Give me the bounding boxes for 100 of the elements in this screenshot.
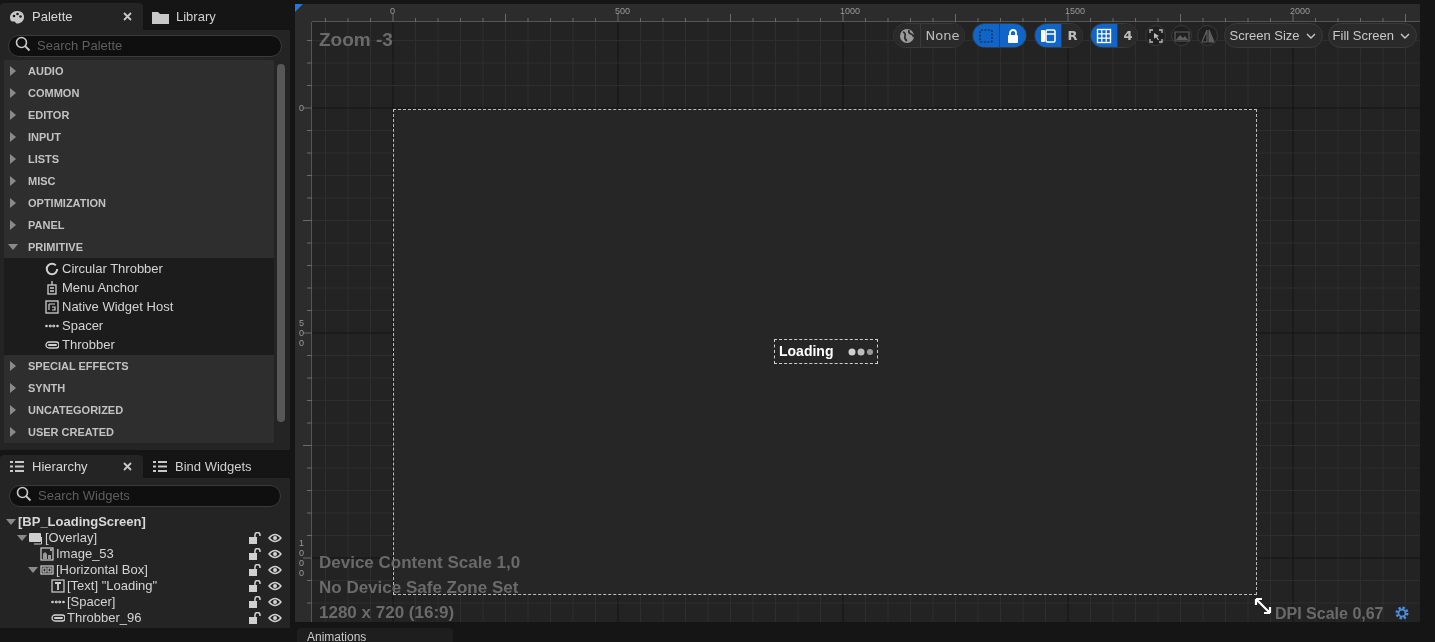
expanded-arrow-icon[interactable] — [17, 533, 27, 543]
folder-icon — [152, 9, 169, 24]
loading-text: Loading — [779, 342, 834, 361]
text-icon — [51, 579, 65, 593]
select-icon — [1148, 27, 1164, 44]
ruler-label: 1000 — [840, 5, 861, 18]
dpi-scale-label: DPI Scale 0,67 — [1275, 604, 1384, 622]
toolbar-toggle[interactable] — [893, 24, 921, 47]
info-label: Device Content Scale 1,0 — [319, 552, 521, 574]
overlay-icon — [29, 531, 43, 545]
widget-outline[interactable]: Loading — [774, 339, 878, 364]
category-header[interactable]: SYNTH — [28, 379, 66, 397]
collapsed-arrow-icon[interactable] — [8, 427, 18, 437]
toolbar-toggle[interactable]: None — [920, 24, 965, 47]
panel-tab[interactable]: Library — [143, 3, 225, 30]
palette-item[interactable]: Circular Throbber — [62, 258, 163, 279]
dropdown[interactable]: Fill Screen — [1327, 23, 1417, 48]
toolbar-toggle[interactable]: 4 — [1118, 24, 1138, 47]
eye-icon[interactable] — [268, 533, 282, 543]
toolbar-toggle[interactable] — [1091, 24, 1119, 47]
throbber-icon — [51, 611, 65, 625]
ring-icon — [45, 261, 59, 276]
category-header[interactable]: INPUT — [28, 128, 61, 146]
ruler-label: 2000 — [1290, 5, 1311, 18]
host-icon — [45, 299, 59, 314]
unlocked-icon[interactable] — [249, 596, 262, 608]
collapsed-arrow-icon[interactable] — [8, 198, 18, 208]
panel-tab[interactable]: Bind Widgets — [143, 455, 261, 478]
expanded-arrow-icon[interactable] — [8, 242, 18, 252]
toolbar-toggle[interactable] — [1000, 24, 1027, 47]
image-icon — [40, 547, 54, 561]
designer-canvas[interactable]: Loading Zoom -3 None R 4 Screen Size Fill Screen Device Content Scale 1,0 No Device Safe Zone Set 1280 x 720 (16:9) DPI Scale 0,67 0 500 1000 1500 2000 0 500 1000 — [295, 4, 1420, 622]
ruler-label: 0 — [390, 5, 395, 18]
category-header[interactable]: PRIMITIVE — [28, 238, 83, 256]
toolbar-toggle[interactable]: R — [1062, 24, 1083, 47]
palette-item[interactable]: Native Widget Host — [62, 296, 174, 317]
settings-icon[interactable] — [1394, 605, 1410, 621]
unlocked-icon[interactable] — [249, 532, 262, 544]
info-label: No Device Safe Zone Set — [319, 577, 520, 599]
resize-arrow-icon[interactable] — [1253, 596, 1273, 616]
ruler-label: 1000 — [299, 539, 305, 579]
search-field[interactable]: Search Palette — [8, 34, 282, 57]
scrollbar-thumb[interactable] — [277, 64, 285, 422]
ruler-label: 500 — [299, 319, 305, 349]
anchor-icon — [45, 280, 59, 295]
close-icon — [123, 462, 132, 471]
throbber-icon — [848, 347, 875, 356]
unlocked-icon[interactable] — [249, 548, 262, 560]
unlocked-icon[interactable] — [249, 612, 262, 624]
search-icon — [15, 36, 31, 52]
eye-icon[interactable] — [268, 549, 282, 559]
collapsed-arrow-icon[interactable] — [8, 110, 18, 120]
collapsed-arrow-icon[interactable] — [8, 154, 18, 164]
dropdown[interactable]: Screen Size — [1224, 23, 1323, 48]
info-label: 1280 x 720 (16:9) — [319, 602, 456, 622]
eye-icon[interactable] — [268, 581, 282, 591]
category-header[interactable]: LISTS — [28, 150, 60, 168]
select-tool-button[interactable] — [1145, 25, 1167, 46]
chevron-down-icon — [1305, 32, 1316, 39]
expanded-arrow-icon[interactable] — [6, 517, 16, 527]
collapsed-arrow-icon[interactable] — [8, 176, 18, 186]
category-header[interactable]: EDITOR — [28, 106, 70, 124]
collapsed-arrow-icon[interactable] — [8, 132, 18, 142]
collapsed-arrow-icon[interactable] — [8, 220, 18, 230]
close-icon — [123, 12, 132, 21]
category-header[interactable]: PANEL — [28, 216, 65, 234]
unlocked-icon[interactable] — [249, 580, 262, 592]
palette-item[interactable]: Menu Anchor — [62, 277, 139, 298]
eye-icon[interactable] — [268, 613, 282, 623]
collapsed-arrow-icon[interactable] — [8, 361, 18, 371]
dashed-square-icon — [978, 27, 995, 44]
unlocked-icon[interactable] — [249, 564, 262, 576]
category-header[interactable]: MISC — [28, 172, 56, 190]
panel-icon — [1040, 27, 1057, 44]
list-icon — [152, 459, 168, 474]
ruler-label: 0 — [299, 104, 305, 114]
collapsed-arrow-icon[interactable] — [8, 66, 18, 76]
palette-item[interactable]: Throbber — [62, 334, 115, 355]
toolbar-toggle[interactable] — [1035, 24, 1063, 47]
chevron-down-icon — [1400, 32, 1410, 39]
ruler-label: 500 — [615, 5, 631, 18]
panel-tab[interactable]: Hierarchy — [0, 455, 143, 478]
panel-tab[interactable]: Palette — [0, 3, 143, 30]
grid-icon — [1096, 27, 1113, 44]
bottom-tab[interactable]: Animations — [297, 628, 453, 642]
eye-icon[interactable] — [268, 597, 282, 607]
category-header[interactable]: AUDIO — [28, 62, 64, 80]
collapsed-arrow-icon[interactable] — [8, 383, 18, 393]
palette-item[interactable]: Spacer — [62, 315, 104, 336]
horizontal-box-icon — [40, 563, 54, 577]
palette-icon — [9, 8, 25, 25]
collapsed-arrow-icon[interactable] — [8, 405, 18, 415]
zoom-label: Zoom -3 — [319, 28, 393, 52]
toolbar-toggle[interactable] — [973, 24, 1001, 47]
search-field[interactable]: Search Widgets — [9, 484, 281, 507]
corner-marker-icon — [295, 4, 303, 12]
eye-icon[interactable] — [268, 565, 282, 575]
collapsed-arrow-icon[interactable] — [8, 88, 18, 98]
category-header[interactable]: COMMON — [28, 84, 80, 102]
expanded-arrow-icon[interactable] — [28, 565, 38, 575]
